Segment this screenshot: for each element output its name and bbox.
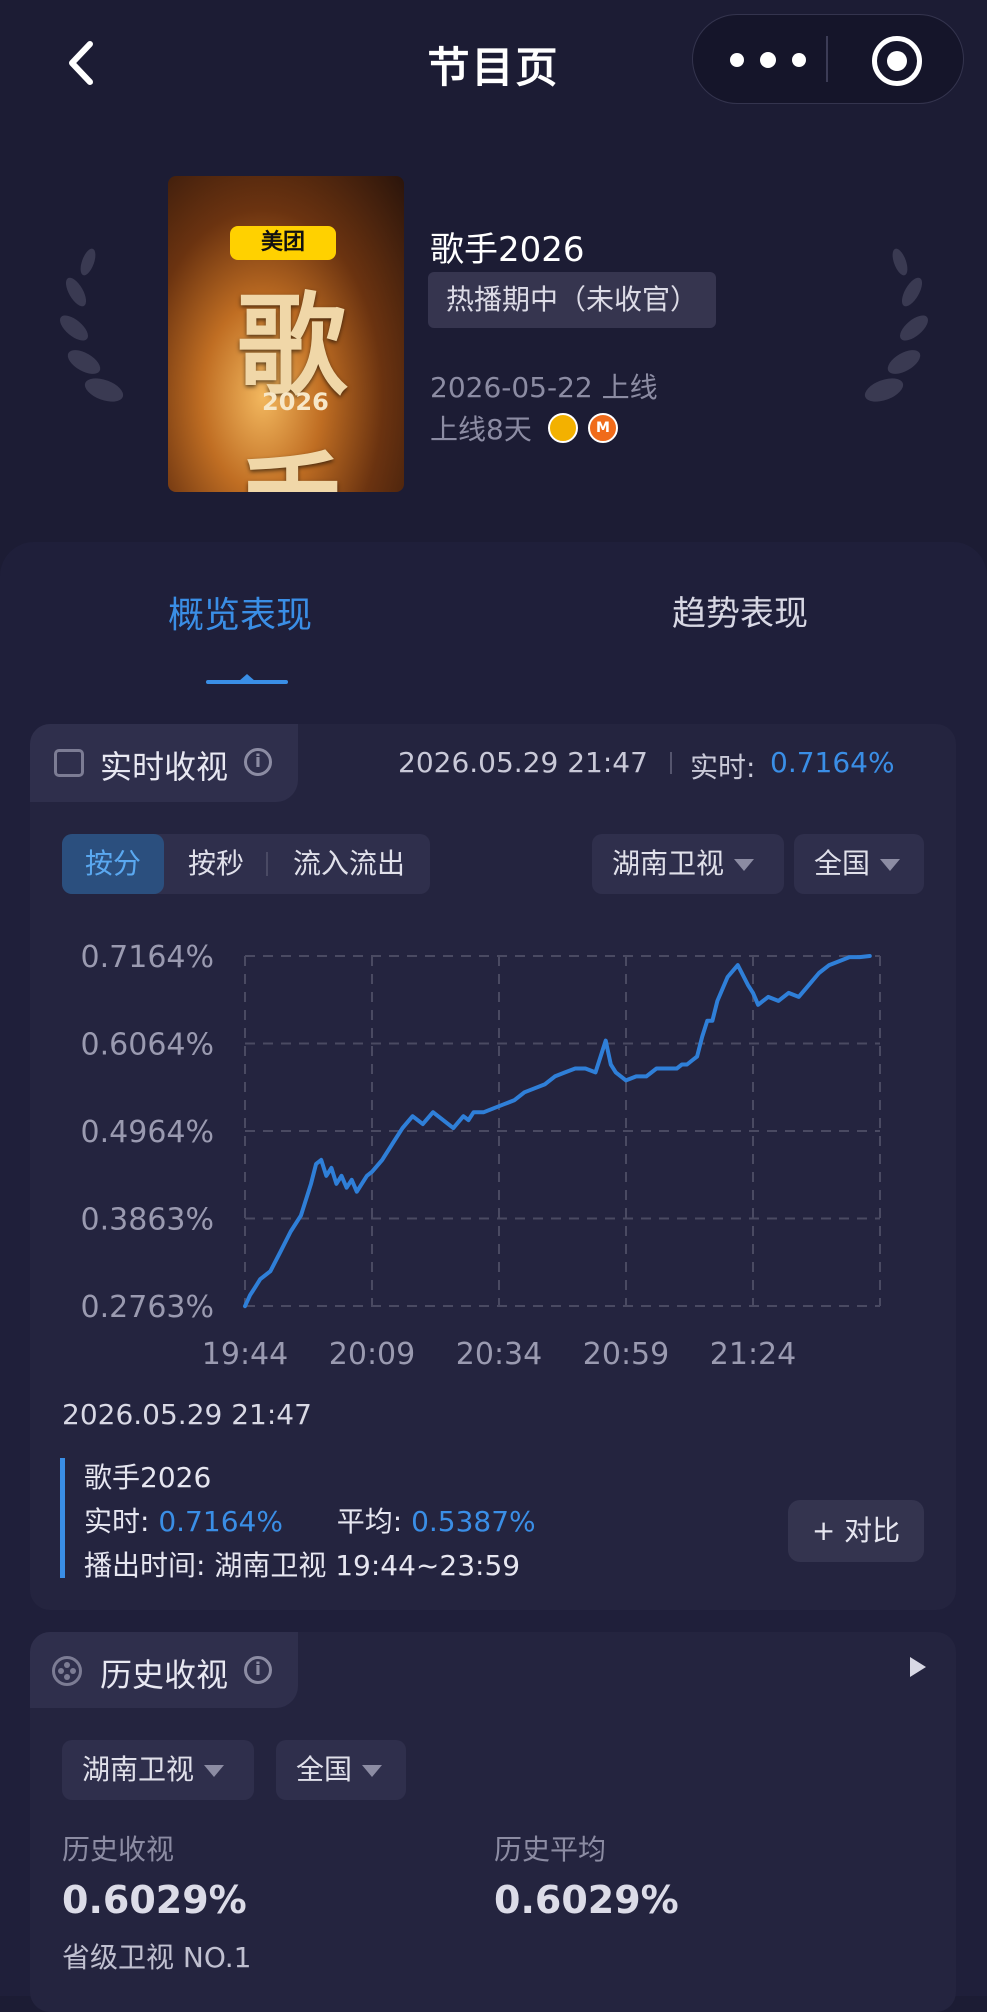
history-channel-value: 湖南卫视 xyxy=(82,1753,195,1786)
realtime-timestamp: 2026.05.29 21:47 xyxy=(398,746,648,779)
poster-title: 歌手 xyxy=(237,281,347,492)
series-name: 歌手2026 xyxy=(84,1461,212,1494)
history-region-value: 全国 xyxy=(296,1753,353,1786)
capsule-divider xyxy=(826,36,828,82)
realtime-stat-value: 0.7164% xyxy=(158,1505,283,1538)
sponsor-logo: 美团 xyxy=(230,226,336,260)
show-poster[interactable]: 美团 歌手 2026 xyxy=(168,176,404,492)
realtime-value: 0.7164% xyxy=(770,746,895,779)
history-title: 历史收视 xyxy=(100,1656,229,1694)
mode-by-second[interactable]: 按秒 xyxy=(170,834,262,894)
realtime-chart[interactable]: 0.7164% 0.6064% 0.4964% 0.3863% 0.2763% 19:44… xyxy=(40,920,900,1380)
history-average-value: 0.6029% xyxy=(494,1878,679,1922)
chevron-down-icon xyxy=(362,1765,383,1777)
y-tick-label: 0.4964% xyxy=(81,1115,214,1150)
x-tick-label: 20:09 xyxy=(329,1337,415,1372)
airtime-line: 播出时间: 湖南卫视 19:44~23:59 xyxy=(84,1544,520,1584)
tv-icon xyxy=(54,749,84,777)
chart-legend-date: 2026.05.29 21:47 xyxy=(62,1398,312,1431)
tab-overview[interactable]: 概览表现 xyxy=(168,586,312,638)
history-rating-value: 0.6029% xyxy=(62,1878,247,1922)
poster-year: 2026 xyxy=(262,388,329,416)
compare-button[interactable]: + 对比 xyxy=(788,1500,924,1562)
average-stat-value: 0.5387% xyxy=(411,1505,536,1538)
region-select-value: 全国 xyxy=(814,847,871,880)
mode-by-minute[interactable]: 按分 xyxy=(62,834,164,894)
mango-tv-icon: M xyxy=(588,413,618,443)
tab-trend[interactable]: 趋势表现 xyxy=(672,586,808,635)
close-target-icon[interactable] xyxy=(872,36,922,86)
history-rating-label: 历史收视 xyxy=(62,1833,175,1866)
history-region-select[interactable]: 全国 xyxy=(276,1740,406,1800)
y-tick-label: 0.7164% xyxy=(81,940,214,975)
series-color-bar xyxy=(60,1458,65,1578)
chevron-down-icon xyxy=(734,859,755,871)
chevron-down-icon xyxy=(880,859,901,871)
play-icon[interactable] xyxy=(910,1657,926,1677)
y-tick-label: 0.3863% xyxy=(81,1203,214,1238)
status-badge: 热播期中（未收官） xyxy=(428,272,717,328)
realtime-stat-label: 实时: xyxy=(84,1505,150,1538)
laurel-left-icon xyxy=(59,248,124,402)
history-channel-select[interactable]: 湖南卫视 xyxy=(62,1740,254,1800)
laurel-right-icon xyxy=(864,248,929,402)
film-reel-icon xyxy=(52,1656,82,1686)
airtime-value: 湖南卫视 19:44~23:59 xyxy=(214,1549,521,1582)
history-average-label: 历史平均 xyxy=(494,1833,607,1866)
days-online: 上线8天 xyxy=(430,413,532,446)
x-tick-label: 21:24 xyxy=(710,1337,796,1372)
more-menu-icon[interactable] xyxy=(730,50,806,70)
realtime-label: 实时: xyxy=(690,751,756,784)
hunan-tv-icon xyxy=(548,413,578,443)
x-tick-label: 19:44 xyxy=(202,1337,288,1372)
x-tick-label: 20:34 xyxy=(456,1337,542,1372)
info-icon[interactable]: i xyxy=(244,1656,272,1684)
x-tick-label: 20:59 xyxy=(583,1337,669,1372)
y-tick-label: 0.6064% xyxy=(81,1028,214,1063)
show-name: 歌手2026 xyxy=(430,230,585,270)
channel-select[interactable]: 湖南卫视 xyxy=(592,834,784,894)
history-rank: 省级卫视 NO.1 xyxy=(62,1941,252,1974)
divider xyxy=(670,752,672,774)
series-stats: 实时: 0.7164% 平均: 0.5387% xyxy=(84,1500,536,1540)
info-icon[interactable]: i xyxy=(244,748,272,776)
tab-indicator-caret xyxy=(239,674,255,681)
realtime-title: 实时收视 xyxy=(100,748,229,786)
region-select[interactable]: 全国 xyxy=(794,834,924,894)
mode-flow[interactable]: 流入流出 xyxy=(270,834,428,894)
airtime-label: 播出时间: xyxy=(84,1549,206,1582)
average-stat-label: 平均: xyxy=(336,1505,403,1538)
segment-divider xyxy=(266,852,268,876)
y-tick-label: 0.2763% xyxy=(81,1290,214,1325)
channel-select-value: 湖南卫视 xyxy=(612,847,725,880)
chevron-down-icon xyxy=(204,1765,225,1777)
release-date: 2026-05-22 上线 xyxy=(430,371,658,404)
